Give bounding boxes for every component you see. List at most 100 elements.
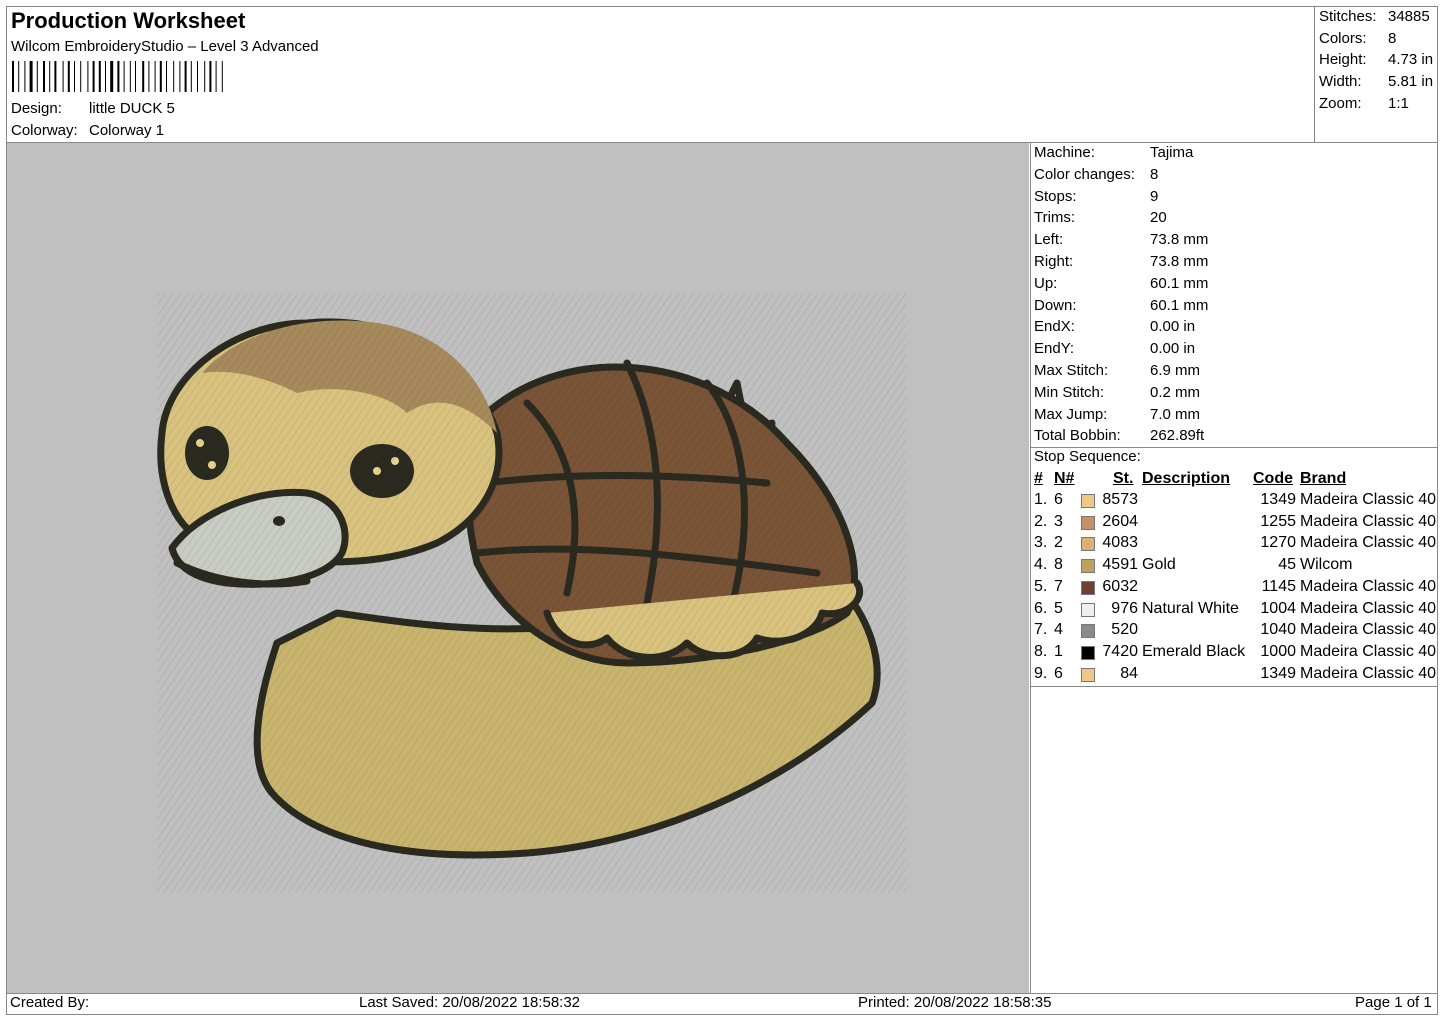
thread-brand: Wilcom — [1300, 556, 1353, 574]
machine-stat-value: 20 — [1150, 209, 1167, 227]
needle-number: 4 — [1054, 621, 1063, 639]
stop-sequence-row: 5. 7 6032 1145 Madeira Classic 40 — [1034, 578, 1438, 600]
thread-code: 1349 — [1260, 491, 1296, 508]
col-n-header: N# — [1054, 470, 1075, 487]
thread-code: 1255 — [1260, 512, 1296, 530]
stitch-count: 520 — [1111, 621, 1138, 639]
stitch-count: 4083 — [1102, 534, 1138, 552]
thread-description: Gold — [1142, 556, 1176, 574]
col-num-header: # — [1034, 470, 1043, 487]
machine-stat-value: 8 — [1150, 165, 1159, 183]
machine-stat-label: Stops: — [1034, 187, 1077, 205]
colors-label: Colors: — [1319, 30, 1367, 47]
stop-sequence-row: 9. 6 84 1349 Madeira Classic 40 — [1034, 665, 1438, 687]
thread-brand: Madeira Classic 40 — [1300, 512, 1437, 530]
barcode-image — [12, 61, 223, 92]
needle-number: 8 — [1054, 556, 1063, 574]
machine-stat-value: 0.2 mm — [1150, 383, 1201, 401]
design-label: Design: — [11, 100, 62, 117]
machine-stat-label: Max Stitch: — [1034, 362, 1109, 379]
thread-brand: Madeira Classic 40 — [1300, 599, 1437, 617]
machine-stat-value: 0.00 in — [1150, 318, 1196, 336]
height-label: Height: — [1319, 51, 1367, 68]
thread-brand: Madeira Classic 40 — [1300, 642, 1437, 660]
col-description-header: Description — [1142, 470, 1231, 487]
col-brand-header: Brand — [1300, 470, 1347, 487]
stop-sequence-row: 1. 6 8573 1349 Madeira Classic 40 — [1034, 491, 1438, 513]
needle-number: 6 — [1054, 664, 1063, 682]
stop-sequence-header: # N# St. Description Code Brand — [1034, 470, 1438, 492]
machine-stat-value: 0.00 in — [1150, 340, 1196, 358]
row-index: 3. — [1034, 534, 1048, 552]
stop-sequence-row: 3. 2 4083 1270 Madeira Classic 40 — [1034, 534, 1438, 556]
row-index: 6. — [1034, 599, 1048, 617]
row-index: 7. — [1034, 621, 1048, 639]
row-index: 5. — [1034, 577, 1048, 595]
printed-date: Printed: 20/08/2022 18:58:35 — [858, 994, 1052, 1011]
machine-stat-label: Down: — [1034, 296, 1077, 314]
height-value: 4.73 in — [1388, 51, 1434, 68]
thread-description: Emerald Black — [1142, 642, 1246, 660]
needle-number: 2 — [1054, 534, 1063, 552]
stop-sequence-row: 2. 3 2604 1255 Madeira Classic 40 — [1034, 513, 1438, 535]
row-index: 2. — [1034, 512, 1048, 530]
needle-number: 5 — [1054, 599, 1063, 617]
stop-sequence-row: 8. 1 7420 Emerald Black 1000 Madeira Classic … — [1034, 643, 1438, 665]
needle-number: 7 — [1054, 577, 1063, 595]
machine-stat-value: Tajima — [1150, 144, 1194, 161]
thread-color-swatch — [1081, 645, 1095, 660]
zoom-label: Zoom: — [1319, 95, 1362, 112]
machine-stat-label: EndY: — [1034, 340, 1075, 358]
thread-brand: Madeira Classic 40 — [1300, 534, 1437, 552]
col-st-header: St. — [1113, 470, 1134, 487]
thread-code: 1004 — [1260, 599, 1296, 617]
machine-stat-value: 73.8 mm — [1150, 253, 1209, 270]
stitches-label: Stitches: — [1319, 8, 1377, 25]
machine-stat-label: Max Jump: — [1034, 405, 1108, 423]
colorway-value: Colorway 1 — [89, 122, 165, 139]
row-index: 9. — [1034, 664, 1048, 682]
colors-value: 8 — [1388, 30, 1397, 47]
thread-color-swatch — [1081, 667, 1095, 682]
page-number: Page 1 of 1 — [1355, 994, 1432, 1011]
machine-stat-label: Up: — [1034, 274, 1058, 292]
machine-stat-label: Left: — [1034, 231, 1064, 249]
machine-stat-value: 262.89ft — [1150, 427, 1205, 445]
software-name: Wilcom EmbroideryStudio – Level 3 Advanc… — [11, 38, 319, 55]
width-value: 5.81 in — [1388, 73, 1434, 90]
stop-sequence-row: 4. 8 4591 Gold 45 Wilcom — [1034, 556, 1438, 578]
thread-code: 1000 — [1260, 642, 1296, 660]
stop-sequence-title: Stop Sequence: — [1034, 448, 1141, 465]
stitch-count: 8573 — [1102, 491, 1138, 508]
footer-divider — [7, 993, 1438, 994]
machine-stat-value: 6.9 mm — [1150, 362, 1201, 379]
duck-embroidery-image — [157, 293, 907, 893]
stitch-count: 976 — [1111, 599, 1138, 617]
stitch-count: 6032 — [1102, 577, 1138, 595]
stop-sequence-row: 7. 4 520 1040 Madeira Classic 40 — [1034, 621, 1438, 643]
machine-stat-label: Color changes: — [1034, 165, 1135, 183]
machine-stat-value: 7.0 mm — [1150, 405, 1201, 423]
stop-sequence-row: 6. 5 976 Natural White 1004 Madeira Classic 4… — [1034, 600, 1438, 622]
last-saved: Last Saved: 20/08/2022 18:58:32 — [359, 994, 581, 1011]
summary-divider — [1314, 7, 1315, 143]
machine-stat-label: Machine: — [1034, 144, 1095, 161]
machine-stat-value: 9 — [1150, 187, 1159, 205]
col-code-header: Code — [1253, 470, 1293, 487]
machine-stat-value: 73.8 mm — [1150, 231, 1209, 249]
row-index: 1. — [1034, 491, 1048, 508]
thread-code: 1040 — [1260, 621, 1296, 639]
page-title: Production Worksheet — [11, 8, 246, 33]
stitch-count: 2604 — [1102, 512, 1138, 530]
thread-description: Natural White — [1142, 599, 1239, 617]
machine-stat-label: EndX: — [1034, 318, 1075, 336]
thread-color-swatch — [1081, 515, 1095, 530]
thread-code: 1270 — [1260, 534, 1296, 552]
stitch-count: 7420 — [1102, 642, 1138, 660]
stitches-value: 34885 — [1388, 8, 1430, 25]
stitch-count: 4591 — [1102, 556, 1138, 574]
machine-stat-value: 60.1 mm — [1150, 274, 1209, 292]
machine-stat-label: Total Bobbin: — [1034, 427, 1121, 445]
design-value: little DUCK 5 — [89, 100, 175, 117]
stitch-count: 84 — [1120, 664, 1138, 682]
